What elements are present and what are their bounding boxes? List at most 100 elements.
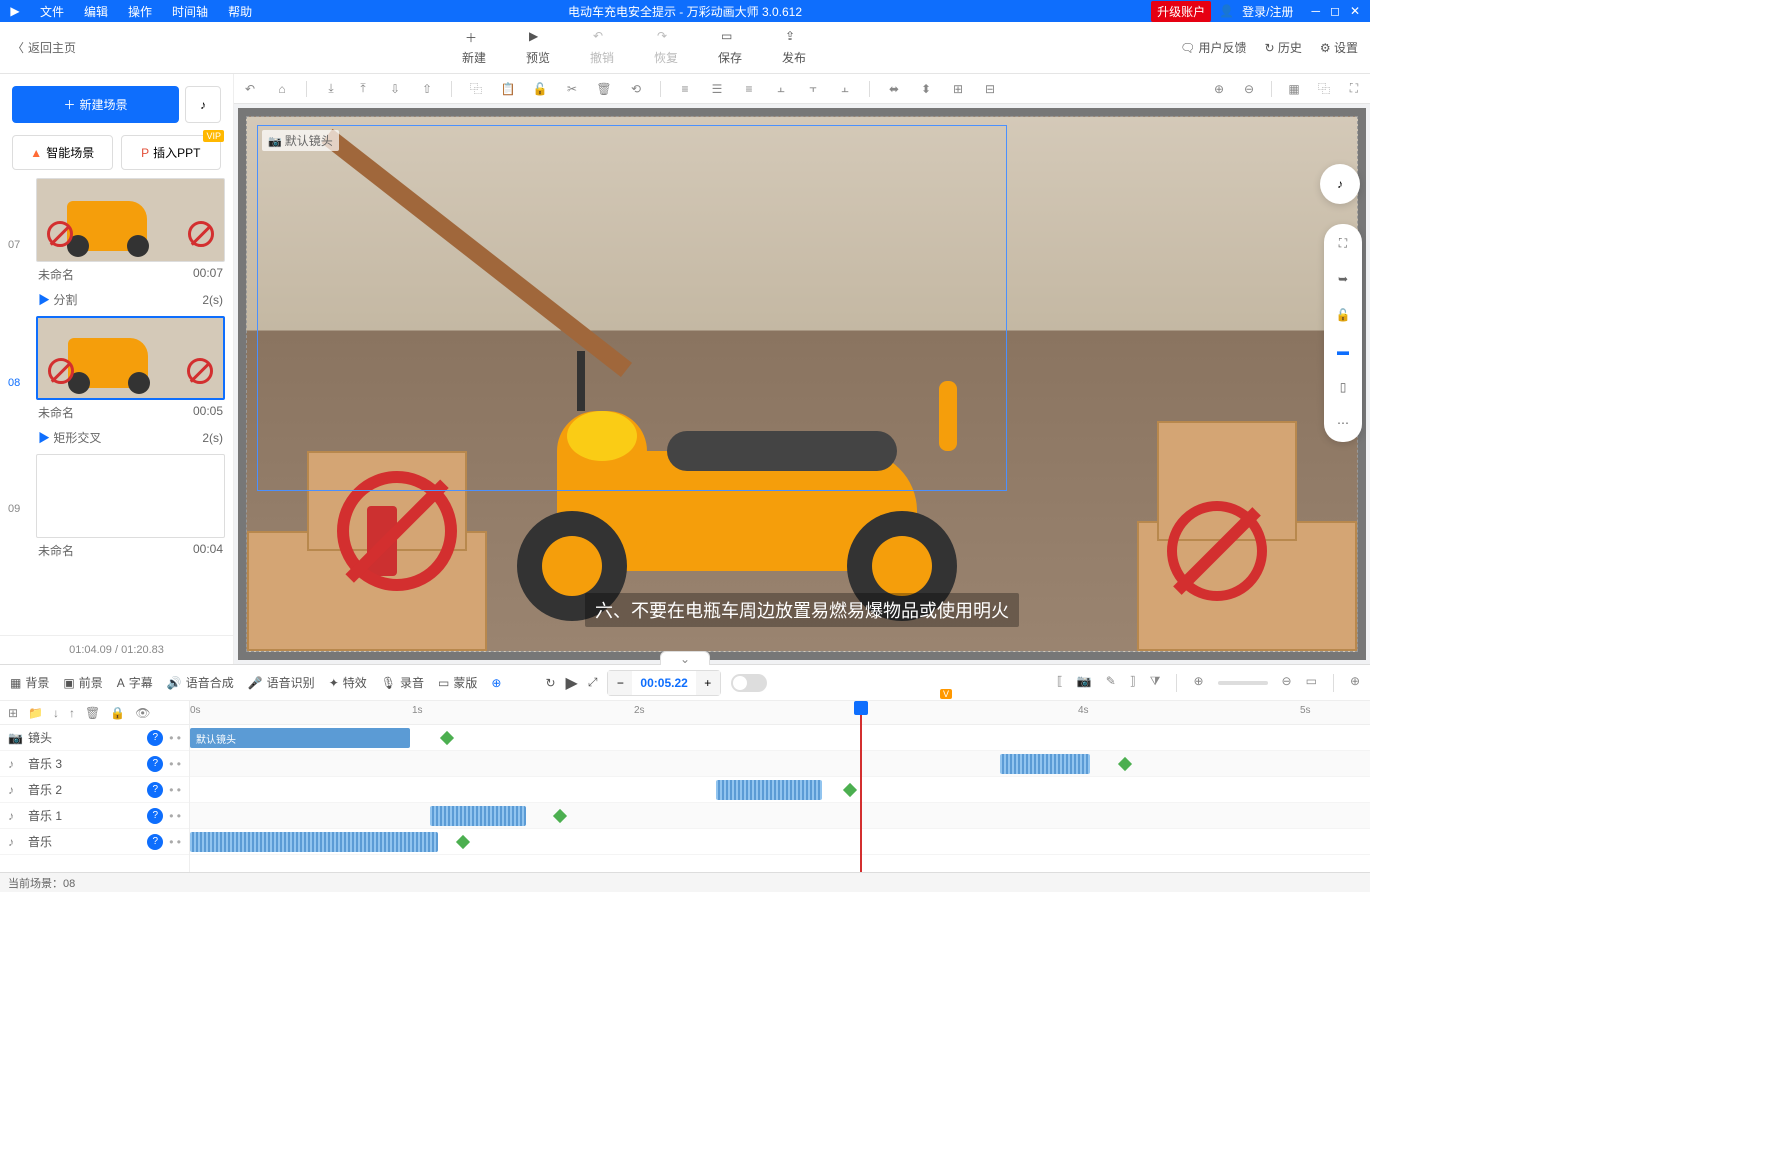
insert-ppt-button[interactable]: P插入PPTVIP [121,135,222,170]
close-button[interactable]: ✕ [1350,4,1360,18]
toolbar-用户反馈-button[interactable]: 🗨 用户反馈 [1180,39,1247,56]
home-icon[interactable]: ⌂ [274,81,290,97]
zoom-timeline-in-icon[interactable]: ⊕ [1193,674,1203,692]
camera-frame[interactable]: 📷 默认镜头 [257,125,1007,491]
toolbar-发布-button[interactable]: ⇪发布 [782,29,806,66]
lock-icon[interactable]: 🔓 [532,81,548,97]
track-label-音乐 1[interactable]: ♪音乐 1?• • [0,803,189,829]
add-layer-icon[interactable]: ⊞ [8,706,18,720]
toolbar-历史-button[interactable]: ↻ 历史 [1265,39,1302,56]
keyframe[interactable] [440,731,454,745]
smart-scene-button[interactable]: ▲智能场景 [12,135,113,170]
maximize-button[interactable]: ◻ [1330,4,1340,18]
track-音乐 1[interactable] [190,803,1370,829]
toolbar-保存-button[interactable]: ▭保存 [718,29,742,66]
display-icon[interactable]: ▬ [1334,342,1352,360]
scene-item-07[interactable]: 07未命名00:07▶ 分割2(s) [8,178,225,312]
grid-icon[interactable]: ▦ [1286,81,1302,97]
align-middle-icon[interactable]: ⫟ [805,81,821,97]
unlock-icon[interactable]: 🔓 [1334,306,1352,324]
time-ruler[interactable]: 0s1s2s3s4s5s [190,701,1370,725]
move-up-icon[interactable]: ↑ [69,706,75,720]
fit-icon[interactable]: ⛶ [1346,81,1362,97]
timeline-字幕-button[interactable]: A字幕 [117,674,153,691]
back-home-button[interactable]: 〈 返回主页 [0,39,88,56]
clip[interactable] [1000,754,1090,774]
scene-music-button[interactable]: ♪ [185,86,221,123]
zoom-slider[interactable] [1218,681,1268,685]
toolbar-预览-button[interactable]: ▶预览 [526,29,550,66]
keyframe[interactable] [456,835,470,849]
timeline-语音合成-button[interactable]: 🔊语音合成 [167,674,234,691]
track-音乐[interactable] [190,829,1370,855]
timeline-蒙版-button[interactable]: ▭蒙版 [438,674,477,691]
bring-front-icon[interactable]: ⇧ [419,81,435,97]
toolbar-新建-button[interactable]: ＋新建 [462,29,486,66]
toolbar-设置-button[interactable]: ⚙ 设置 [1320,39,1358,56]
menu-operate[interactable]: 操作 [118,3,162,20]
minimize-button[interactable]: ─ [1311,4,1320,18]
canvas-stage[interactable]: 📷 默认镜头 六、不要在电瓶车周边放置易燃易爆物品或使用明火 [246,116,1358,652]
track-音乐 3[interactable] [190,751,1370,777]
playhead[interactable] [860,701,862,872]
replace-icon[interactable]: ⟲ [628,81,644,97]
align-top-icon[interactable]: ⤒ [355,81,371,97]
export-icon[interactable]: ➥ [1334,270,1352,288]
time-plus-button[interactable]: + [696,671,720,695]
distribute-h-icon[interactable]: ⬌ [886,81,902,97]
zoom-in-icon[interactable]: ⊕ [1211,81,1227,97]
center-h-icon[interactable]: ⊞ [950,81,966,97]
login-link[interactable]: 登录/注册 [1242,3,1293,20]
layers-icon[interactable]: ⿻ [1316,81,1332,97]
fit-camera-icon[interactable]: ⛶ [1334,234,1352,252]
marker-out-icon[interactable]: ⟧ [1130,674,1136,692]
align-bottom-icon[interactable]: ⤓ [323,81,339,97]
more-menu-icon[interactable]: ⊕ [491,676,501,690]
distribute-v-icon[interactable]: ⬍ [918,81,934,97]
send-back-icon[interactable]: ⇩ [387,81,403,97]
menu-edit[interactable]: 编辑 [74,3,118,20]
align-center-h-icon[interactable]: ☰ [709,81,725,97]
track-label-音乐 2[interactable]: ♪音乐 2?• • [0,777,189,803]
time-minus-button[interactable]: − [608,671,632,695]
keyframe[interactable] [843,783,857,797]
paste-icon[interactable]: 📋 [500,81,516,97]
fullscreen-icon[interactable]: ⤢ [588,675,598,690]
align-top2-icon[interactable]: ⫠ [773,81,789,97]
align-bottom2-icon[interactable]: ⫠ [837,81,853,97]
add-folder-icon[interactable]: 📁 [28,706,43,720]
keyframe[interactable] [553,809,567,823]
timeline-背景-button[interactable]: ▦背景 [10,674,49,691]
snapshot-icon[interactable]: 📷 [1077,674,1092,692]
track-label-镜头[interactable]: 📷镜头?• • [0,725,189,751]
marker-in-icon[interactable]: ⟦ [1057,674,1063,692]
zoom-timeline-out-icon[interactable]: ⊖ [1282,674,1292,692]
clip[interactable]: 默认镜头 [190,728,410,748]
floating-music-button[interactable]: ♪ [1320,164,1360,204]
scene-item-08[interactable]: 08未命名00:05▶ 矩形交叉2(s) [8,316,225,450]
align-left-icon[interactable]: ≡ [677,81,693,97]
track-label-音乐[interactable]: ♪音乐?• • [0,829,189,855]
timeline-collapse-handle[interactable]: ⌄ [660,651,710,665]
clip[interactable] [430,806,526,826]
add-track-icon[interactable]: ⊕ [1350,674,1360,692]
loop-toggle[interactable] [731,674,767,692]
timeline-特效-button[interactable]: ✦特效 [329,674,367,691]
lock-track-icon[interactable]: 🔒 [110,706,125,720]
align-right-icon[interactable]: ≡ [741,81,757,97]
new-scene-button[interactable]: ＋ 新建场景 [12,86,179,123]
cut-icon[interactable]: ✂ [564,81,580,97]
clip[interactable] [190,832,438,852]
track-镜头[interactable]: 默认镜头 [190,725,1370,751]
timeline-语音识别-button[interactable]: 🎤语音识别 [248,674,315,691]
play-button[interactable]: ▶ [566,673,578,693]
canvas-viewport[interactable]: 📷 默认镜头 六、不要在电瓶车周边放置易燃易爆物品或使用明火 [238,108,1366,660]
menu-timeline[interactable]: 时间轴 [162,3,218,20]
delete-icon[interactable]: 🗑 [596,81,612,97]
tracks-area[interactable]: V 0s1s2s3s4s5s 默认镜头 [190,701,1370,872]
zoom-out-icon[interactable]: ⊖ [1241,81,1257,97]
clip[interactable] [716,780,822,800]
move-down-icon[interactable]: ↓ [53,706,59,720]
scene-item-09[interactable]: 09未命名00:04 [8,454,225,563]
center-v-icon[interactable]: ⊟ [982,81,998,97]
